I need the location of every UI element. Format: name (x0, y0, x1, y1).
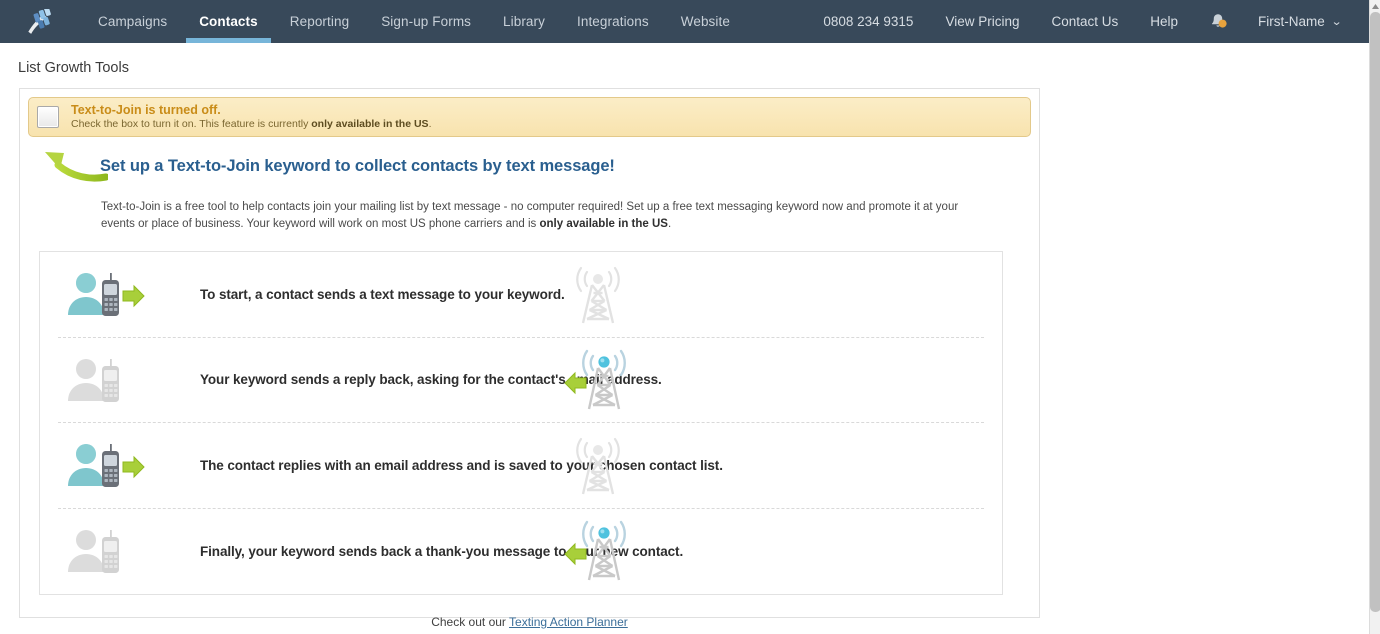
person-glyph (68, 358, 104, 401)
person-glyph (68, 273, 104, 316)
account-label: First-Name (1258, 14, 1325, 29)
scrollbar-thumb[interactable] (1370, 12, 1380, 612)
top-navigation-bar: Campaigns Contacts Reporting Sign-up For… (0, 0, 1369, 43)
hero-paragraph-part2: . (667, 218, 672, 231)
person-with-phone-active-icon (58, 268, 158, 320)
hero-headline: Set up a Text-to-Join keyword to collect… (100, 157, 615, 175)
person-glyph (68, 444, 104, 487)
alert-subtitle: Check the box to turn it on. This featur… (71, 118, 431, 131)
green-right-arrow-icon (122, 285, 145, 308)
green-right-arrow-icon (122, 456, 145, 479)
how-it-works-steps: To start, a contact sends a text message… (39, 251, 1003, 596)
nav-item-help[interactable]: Help (1134, 0, 1194, 43)
bell-icon (1211, 13, 1227, 28)
nav-label: Contacts (199, 14, 258, 29)
nav-label: Website (680, 14, 730, 29)
verticalresponse-logo-icon[interactable] (16, 0, 68, 43)
secondary-nav: 0808 234 9315 View Pricing Contact Us He… (807, 0, 1369, 43)
nav-item-reporting[interactable]: Reporting (274, 0, 365, 43)
curved-green-arrow-icon (45, 152, 108, 182)
step-label: Your keyword sends a reply back, asking … (200, 372, 662, 388)
nav-label: Help (1150, 14, 1179, 29)
nav-item-website[interactable]: Website (665, 0, 746, 43)
nav-item-integrations[interactable]: Integrations (561, 0, 665, 43)
nav-label: Contact Us (1051, 14, 1119, 29)
nav-item-contact-us[interactable]: Contact Us (1035, 0, 1134, 43)
enable-text-to-join-checkbox[interactable] (37, 106, 59, 128)
step-row: The contact replies with an email addres… (58, 423, 984, 509)
alert-sub-prefix: Check the box to turn it on. This featur… (71, 118, 312, 131)
hero-paragraph-part1: Text-to-Join is a free tool to help cont… (101, 201, 959, 231)
person-with-phone-inactive-icon (58, 354, 158, 406)
primary-nav: Campaigns Contacts Reporting Sign-up For… (82, 0, 746, 43)
mobile-phone-glyph (102, 444, 119, 488)
step-label: Finally, your keyword sends back a thank… (200, 543, 684, 559)
nav-item-campaigns[interactable]: Campaigns (82, 0, 183, 43)
chevron-down-icon: ⌄ (1330, 16, 1343, 28)
nav-label: Sign-up Forms (381, 14, 472, 29)
nav-item-sign-up-forms[interactable]: Sign-up Forms (365, 0, 487, 43)
scroll-up-arrow-icon[interactable] (1370, 0, 1380, 12)
text-to-join-status-alert: Text-to-Join is turned off. Check the bo… (28, 97, 1031, 137)
account-menu[interactable]: First-Name ⌄ (1242, 0, 1357, 43)
texting-action-planner-link[interactable]: Texting Action Planner (509, 615, 628, 629)
alert-sub-bold: only available in the US (311, 118, 429, 131)
person-with-phone-active-icon (58, 439, 158, 491)
panel-footer: Check out our Texting Action Planner (20, 615, 1039, 629)
mobile-phone-glyph (102, 530, 119, 574)
step-row: Your keyword sends a reply back, asking … (58, 338, 984, 424)
alert-text: Text-to-Join is turned off. Check the bo… (71, 103, 431, 132)
nav-label: Integrations (576, 14, 649, 29)
nav-label: Campaigns (98, 14, 168, 29)
hero-headline-row: Set up a Text-to-Join keyword to collect… (20, 151, 1039, 185)
phone-number[interactable]: 0808 234 9315 (807, 0, 929, 43)
person-with-phone-inactive-icon (58, 525, 158, 577)
page-title: List Growth Tools (18, 60, 129, 76)
notifications-button[interactable] (1194, 0, 1242, 43)
mobile-phone-glyph (102, 273, 119, 317)
alert-sub-suffix: . (428, 118, 432, 131)
step-label: The contact replies with an email addres… (200, 457, 723, 473)
nav-label: Reporting (289, 14, 350, 29)
hero-paragraph: Text-to-Join is a free tool to help cont… (101, 199, 986, 233)
list-growth-tools-panel: Text-to-Join is turned off. Check the bo… (19, 88, 1040, 629)
step-label: To start, a contact sends a text message… (200, 286, 565, 302)
person-glyph (68, 530, 104, 573)
footer-prefix: Check out our (431, 615, 510, 630)
page-scrollbar[interactable] (1369, 0, 1380, 634)
nav-item-library[interactable]: Library (487, 0, 561, 43)
mobile-phone-glyph (102, 358, 119, 402)
nav-label: Library (503, 14, 545, 29)
nav-label: View Pricing (945, 14, 1020, 29)
cell-tower-inactive-icon (576, 267, 620, 324)
hero-paragraph-bold: only available in the US (539, 218, 668, 231)
notification-badge (1218, 19, 1227, 28)
nav-item-view-pricing[interactable]: View Pricing (929, 0, 1035, 43)
nav-item-contacts[interactable]: Contacts (183, 0, 274, 43)
phone-number-label: 0808 234 9315 (823, 14, 914, 29)
step-row: Finally, your keyword sends back a thank… (58, 509, 984, 595)
alert-title: Text-to-Join is turned off. (71, 102, 221, 117)
step-row: To start, a contact sends a text message… (58, 252, 984, 338)
